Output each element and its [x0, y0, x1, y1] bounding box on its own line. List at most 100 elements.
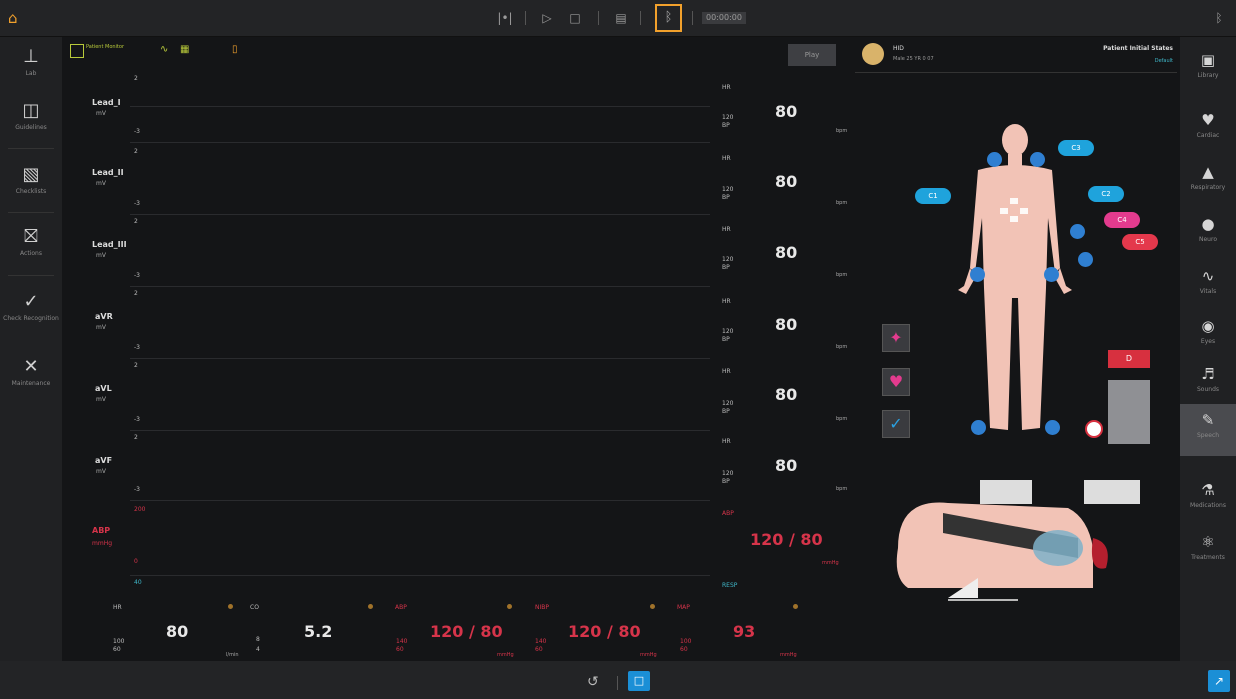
alarm-dot: [793, 604, 798, 609]
monitor-icon[interactable]: [70, 44, 84, 58]
lnav-maintenance[interactable]: ✕ Maintenance: [0, 350, 62, 412]
electrode-dot[interactable]: [970, 267, 985, 282]
signal-icon[interactable]: |•|: [495, 8, 515, 28]
hr-value: 80: [775, 315, 798, 334]
expand-icon[interactable]: ↗: [1208, 670, 1230, 692]
electrode-dot[interactable]: [1044, 267, 1059, 282]
rnav-neuro[interactable]: ● Neuro: [1180, 208, 1236, 260]
alarm-dot: [228, 604, 233, 609]
vital-unit: mmHg: [780, 652, 797, 658]
abp-tick-top: 200: [134, 506, 146, 513]
electrode-dot[interactable]: [987, 152, 1002, 167]
hr-value: 80: [775, 102, 798, 121]
check-icon[interactable]: ✓: [882, 410, 910, 438]
electrode-dot[interactable]: [971, 420, 986, 435]
rnav-medications[interactable]: ⚗ Medications: [1180, 474, 1236, 526]
vital-label: CO: [250, 604, 259, 611]
top-bar: ⌂ |•| ▷ □ ▤ ᛒ 00:00:00 ᛒ: [0, 0, 1236, 37]
sounds-icon: ♬: [1201, 365, 1215, 383]
sec-2: BP: [722, 408, 730, 415]
grid-icon[interactable]: ▦: [180, 44, 189, 55]
electrode-dot[interactable]: [1030, 152, 1045, 167]
rnav-sounds[interactable]: ♬ Sounds: [1180, 358, 1236, 410]
sec-2: BP: [722, 336, 730, 343]
vital-sub: 140: [396, 638, 408, 645]
lead-pill[interactable]: C2: [1088, 186, 1124, 202]
wave-label: Lead_II: [92, 168, 124, 177]
vital-value: 120 / 80: [568, 622, 641, 641]
alarm-dot: [368, 604, 373, 609]
tick-bottom: -3: [134, 272, 140, 279]
rnav-respiratory[interactable]: ▲ Respiratory: [1180, 156, 1236, 208]
bluetooth-status-icon[interactable]: ᛒ: [1212, 8, 1226, 28]
speech-icon: ✎: [1201, 411, 1215, 429]
lead-pill[interactable]: C5: [1122, 234, 1158, 250]
hr-unit: bpm: [836, 486, 848, 492]
abp-right-label: ABP: [722, 510, 734, 517]
electrode-dot[interactable]: [1070, 224, 1085, 239]
bluetooth-icon[interactable]: ᛒ: [655, 4, 682, 32]
hr-unit: bpm: [836, 272, 848, 278]
play-icon[interactable]: ▷: [540, 8, 554, 28]
rnav-cardiac[interactable]: ♥ Cardiac: [1180, 104, 1236, 156]
sec-1: 120: [722, 186, 734, 193]
wave-unit: mV: [96, 396, 106, 403]
lnav-checklists[interactable]: ▧ Checklists: [0, 158, 62, 220]
save-icon[interactable]: ▤: [613, 8, 629, 28]
defib-label[interactable]: D: [1108, 350, 1150, 368]
lead-pill[interactable]: C4: [1104, 212, 1140, 228]
lead-pill[interactable]: C3: [1058, 140, 1094, 156]
patient-name: HID: [893, 45, 904, 52]
sec-2: BP: [722, 122, 730, 129]
hr-unit: bpm: [836, 344, 848, 350]
rnav-library[interactable]: ▣ Library: [1180, 44, 1236, 96]
rnav-speech[interactable]: ✎ Speech: [1180, 404, 1236, 456]
alarm-dot: [650, 604, 655, 609]
lead-pill[interactable]: C1: [915, 188, 951, 204]
avatar: [862, 43, 884, 65]
rnav-treatments[interactable]: ⚛ Treatments: [1180, 526, 1236, 578]
square-icon[interactable]: □: [568, 8, 582, 28]
cardiac-icon: ♥: [1201, 111, 1215, 129]
document-icon[interactable]: ▯: [232, 44, 238, 55]
vital-sub: 60: [680, 646, 688, 653]
wave-label: Lead_I: [92, 98, 121, 107]
tick-top: 2: [134, 434, 138, 441]
monitor-label: Patient Monitor: [86, 44, 125, 50]
defib-pad[interactable]: [1108, 380, 1150, 444]
library-icon: ▣: [1200, 51, 1216, 69]
heart-icon[interactable]: ♥: [882, 368, 910, 396]
rnav-vitals[interactable]: ∿ Vitals: [1180, 260, 1236, 312]
history-icon[interactable]: ↺: [587, 674, 599, 690]
vital-sub: 60: [535, 646, 543, 653]
vital-value: 120 / 80: [430, 622, 503, 641]
patient-status-title: Patient Initial States: [1103, 45, 1173, 52]
lnav-check[interactable]: ✓ Check Recognition: [0, 285, 62, 347]
hr-value: 80: [775, 385, 798, 404]
lnav-guidelines[interactable]: ◫ Guidelines: [0, 94, 62, 156]
bp-cuff-icon[interactable]: [1085, 420, 1103, 438]
abp-value: 120 / 80: [750, 530, 823, 549]
electrode-dot[interactable]: [1045, 420, 1060, 435]
sec-2: BP: [722, 478, 730, 485]
shock-icon[interactable]: ✦: [882, 324, 910, 352]
wave-layout-icon[interactable]: ∿: [160, 44, 168, 55]
hr-label: HR: [722, 298, 731, 305]
abp-label: ABP: [92, 526, 111, 535]
lnav-lab[interactable]: ⊥ Lab: [0, 40, 62, 102]
patient-body: [958, 124, 1072, 430]
check-icon: ✓: [23, 291, 39, 312]
lnav-actions[interactable]: ⛝ Actions: [0, 220, 62, 282]
patient-status-link[interactable]: Default: [1068, 58, 1173, 64]
electrode-dot[interactable]: [1078, 252, 1093, 267]
hr-unit: bpm: [836, 200, 848, 206]
rnav-eyes[interactable]: ◉ Eyes: [1180, 310, 1236, 362]
play-button[interactable]: Play: [788, 44, 836, 66]
chat-icon[interactable]: □: [628, 671, 650, 691]
hr-value: 80: [775, 172, 798, 191]
vital-unit: l/min: [226, 652, 239, 658]
tick-top: 2: [134, 290, 138, 297]
wave-label: Lead_III: [92, 240, 127, 249]
sec-1: 120: [722, 470, 734, 477]
home-icon[interactable]: ⌂: [8, 10, 24, 26]
